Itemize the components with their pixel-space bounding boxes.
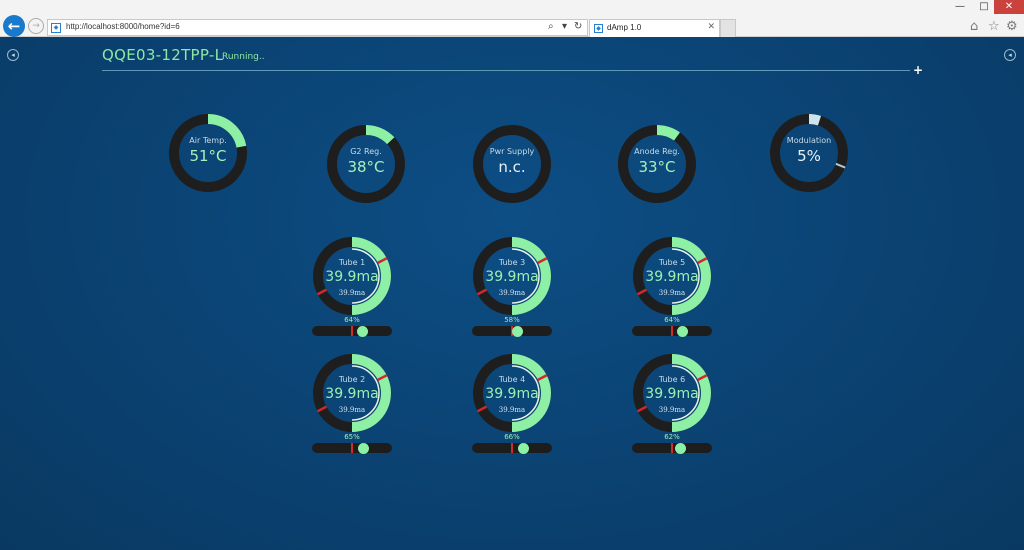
collapse-left-icon[interactable]: ◂ — [7, 49, 19, 61]
new-tab-button[interactable] — [720, 19, 736, 37]
tube-label: Tube 6 — [658, 375, 686, 384]
tube-percent: 64% — [664, 316, 680, 324]
maximize-button[interactable]: □ — [974, 0, 994, 14]
gauge-value: 5% — [797, 147, 821, 165]
tube-label: Tube 5 — [658, 258, 686, 267]
tube-label: Tube 1 — [338, 258, 366, 267]
tab-site-icon: ◆ — [594, 24, 603, 33]
slider-reference-marker — [511, 443, 513, 453]
tube-slider[interactable] — [632, 325, 712, 337]
app-area: ◂ ◂ QQE03-12TPP-L Running.. + Air Temp. … — [0, 37, 1024, 550]
address-url[interactable]: http://localhost:8000/home?id=6 — [66, 22, 180, 31]
device-title: QQE03-12TPP-L — [102, 46, 224, 64]
gauge-label: G2 Reg. — [350, 147, 382, 156]
tab-title[interactable]: dAmp 1.0 — [607, 23, 641, 32]
slider-knob[interactable] — [675, 442, 687, 454]
tube-sub-value: 39.9ma — [498, 406, 526, 414]
slider-knob[interactable] — [676, 325, 688, 337]
address-bar[interactable]: ◆ http://localhost:8000/home?id=6 ⌕ ▾ ↻ — [47, 19, 588, 36]
gauge-value: 38°C — [347, 158, 385, 176]
gauge-fill-arc — [808, 114, 822, 126]
tube-slider[interactable] — [472, 325, 552, 337]
gauge-value: 33°C — [638, 158, 676, 176]
slider-knob[interactable] — [356, 325, 368, 337]
tube-gauge-2: Tube 2 39.9ma 39.9ma 65% — [312, 353, 392, 454]
slider-reference-marker — [351, 326, 353, 336]
gauge-value: n.c. — [498, 158, 526, 176]
tube-percent: 58% — [504, 316, 520, 324]
tube-sub-value: 39.9ma — [658, 406, 686, 414]
tube-label: Tube 2 — [338, 375, 366, 384]
tube-gauge-3: Tube 3 39.9ma 39.9ma 58% — [472, 236, 552, 337]
search-icon[interactable]: ⌕ — [548, 21, 554, 32]
tube-gauge-5: Tube 5 39.9ma 39.9ma 64% — [632, 236, 712, 337]
gauge-g2-reg: G2 Reg. 38°C — [326, 124, 406, 204]
browser-chrome: — □ ✕ ← → ◆ http://localhost:8000/home?i… — [0, 0, 1024, 37]
tube-sub-value: 39.9ma — [338, 406, 366, 414]
gauge-fill-arc — [656, 125, 680, 141]
back-icon[interactable]: ← — [3, 15, 25, 37]
gauge-label: Modulation — [786, 136, 832, 145]
minimize-button[interactable]: — — [950, 0, 970, 14]
tube-percent: 62% — [664, 433, 680, 441]
slider-reference-marker — [671, 443, 673, 453]
tube-value: 39.9ma — [645, 386, 699, 402]
tube-sub-value: 39.9ma — [338, 289, 366, 297]
collapse-right-icon[interactable]: ◂ — [1004, 49, 1016, 61]
tube-value: 39.9ma — [645, 269, 699, 285]
tube-gauge-4: Tube 4 39.9ma 39.9ma 66% — [472, 353, 552, 454]
tube-gauge-6: Tube 6 39.9ma 39.9ma 62% — [632, 353, 712, 454]
tube-slider[interactable] — [632, 442, 712, 454]
close-window-button[interactable]: ✕ — [994, 0, 1024, 14]
gauge-label: Anode Reg. — [634, 147, 680, 156]
tube-percent: 65% — [344, 433, 360, 441]
title-divider — [102, 70, 910, 71]
slider-knob[interactable] — [518, 442, 530, 454]
refresh-icon[interactable]: ↻ — [574, 21, 582, 32]
tube-slider[interactable] — [312, 325, 392, 337]
dropdown-icon[interactable]: ▾ — [562, 21, 567, 32]
gear-icon[interactable]: ⚙ — [1006, 19, 1018, 34]
tube-slider[interactable] — [472, 442, 552, 454]
tube-value: 39.9ma — [325, 269, 379, 285]
tube-value: 39.9ma — [485, 386, 539, 402]
slider-knob[interactable] — [511, 325, 523, 337]
gauge-anode-reg: Anode Reg. 33°C — [617, 124, 697, 204]
tube-label: Tube 3 — [498, 258, 526, 267]
forward-icon[interactable]: → — [28, 18, 44, 34]
tube-percent: 66% — [504, 433, 520, 441]
site-icon: ◆ — [51, 23, 61, 33]
home-icon[interactable]: ⌂ — [970, 19, 978, 34]
tube-value: 39.9ma — [325, 386, 379, 402]
tube-sub-value: 39.9ma — [658, 289, 686, 297]
close-icon[interactable]: ✕ — [707, 22, 715, 32]
gauge-label: Air Temp. — [189, 136, 227, 145]
gauge-modulation: Modulation 5% — [769, 113, 849, 193]
slider-reference-marker — [351, 443, 353, 453]
gauge-air-temp: Air Temp. 51°C — [168, 113, 248, 193]
tube-percent: 64% — [344, 316, 360, 324]
tube-gauge-1: Tube 1 39.9ma 39.9ma 64% — [312, 236, 392, 337]
star-icon[interactable]: ☆ — [988, 19, 1000, 34]
browser-tab[interactable]: ◆ dAmp 1.0 ✕ — [589, 19, 720, 37]
tube-value: 39.9ma — [485, 269, 539, 285]
gauge-fill-arc — [365, 125, 395, 145]
tube-label: Tube 4 — [498, 375, 526, 384]
slider-reference-marker — [671, 326, 673, 336]
gauge-pwr-supply: Pwr Supply n.c. — [472, 124, 552, 204]
gauge-label: Pwr Supply — [489, 147, 535, 156]
add-button[interactable]: + — [913, 63, 923, 77]
gauge-value: 51°C — [189, 147, 227, 165]
tube-slider[interactable] — [312, 442, 392, 454]
tube-sub-value: 39.9ma — [498, 289, 526, 297]
slider-knob[interactable] — [357, 442, 369, 454]
device-status: Running.. — [222, 52, 265, 62]
